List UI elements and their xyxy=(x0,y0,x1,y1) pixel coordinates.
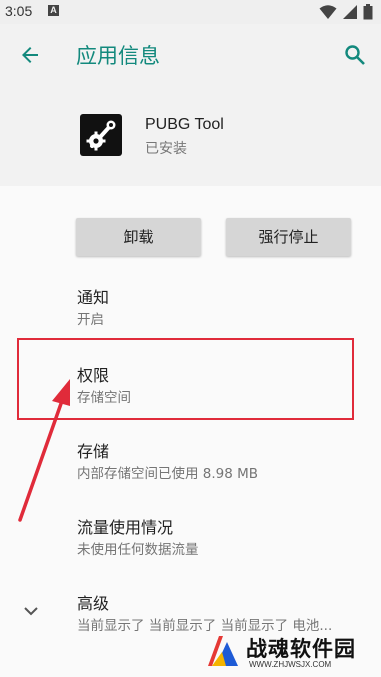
app-icon xyxy=(80,114,122,156)
row-title: 流量使用情况 xyxy=(77,518,174,537)
signal-icon xyxy=(342,5,357,19)
gear-wrench-icon xyxy=(86,120,116,151)
notification-icon: A xyxy=(48,5,59,16)
row-subtitle: 开启 xyxy=(77,312,104,328)
arrow-back-icon[interactable] xyxy=(18,43,42,67)
settings-content: 卸载 强行停止 通知 开启 权限 存储空间 存储 内部存储空间已使用 8.98 … xyxy=(0,186,381,677)
row-title: 通知 xyxy=(77,288,110,307)
page-title: 应用信息 xyxy=(76,44,160,68)
watermark-url: WWW.ZHJWSJX.COM xyxy=(249,660,332,669)
row-data-usage[interactable]: 流量使用情况 未使用任何数据流量 xyxy=(0,506,381,566)
app-install-status: 已安装 xyxy=(145,141,187,157)
row-title: 存储 xyxy=(77,442,110,461)
watermark: 战魂软件园 WWW.ZHJWSJX.COM xyxy=(196,629,381,677)
watermark-text: 战魂软件园 xyxy=(246,637,356,661)
wifi-icon xyxy=(319,5,337,19)
battery-icon xyxy=(363,4,373,20)
annotation-highlight-box xyxy=(17,338,354,420)
row-subtitle: 内部存储空间已使用 8.98 MB xyxy=(77,466,259,482)
status-icons xyxy=(319,4,373,20)
app-header: PUBG Tool 已安装 xyxy=(0,86,381,186)
status-time: 3:05 xyxy=(5,3,33,19)
chevron-down-icon[interactable] xyxy=(20,600,42,622)
row-subtitle: 未使用任何数据流量 xyxy=(77,542,199,558)
search-icon[interactable] xyxy=(343,43,367,67)
app-name: PUBG Tool xyxy=(145,116,224,133)
watermark-logo xyxy=(208,636,238,666)
app-bar: 应用信息 xyxy=(0,24,381,86)
force-stop-button[interactable]: 强行停止 xyxy=(226,218,351,256)
row-notifications[interactable]: 通知 开启 xyxy=(0,276,381,336)
uninstall-button[interactable]: 卸载 xyxy=(76,218,201,256)
status-bar: 3:05 A xyxy=(0,0,381,24)
row-storage[interactable]: 存储 内部存储空间已使用 8.98 MB xyxy=(0,430,381,490)
row-title: 高级 xyxy=(77,594,110,613)
